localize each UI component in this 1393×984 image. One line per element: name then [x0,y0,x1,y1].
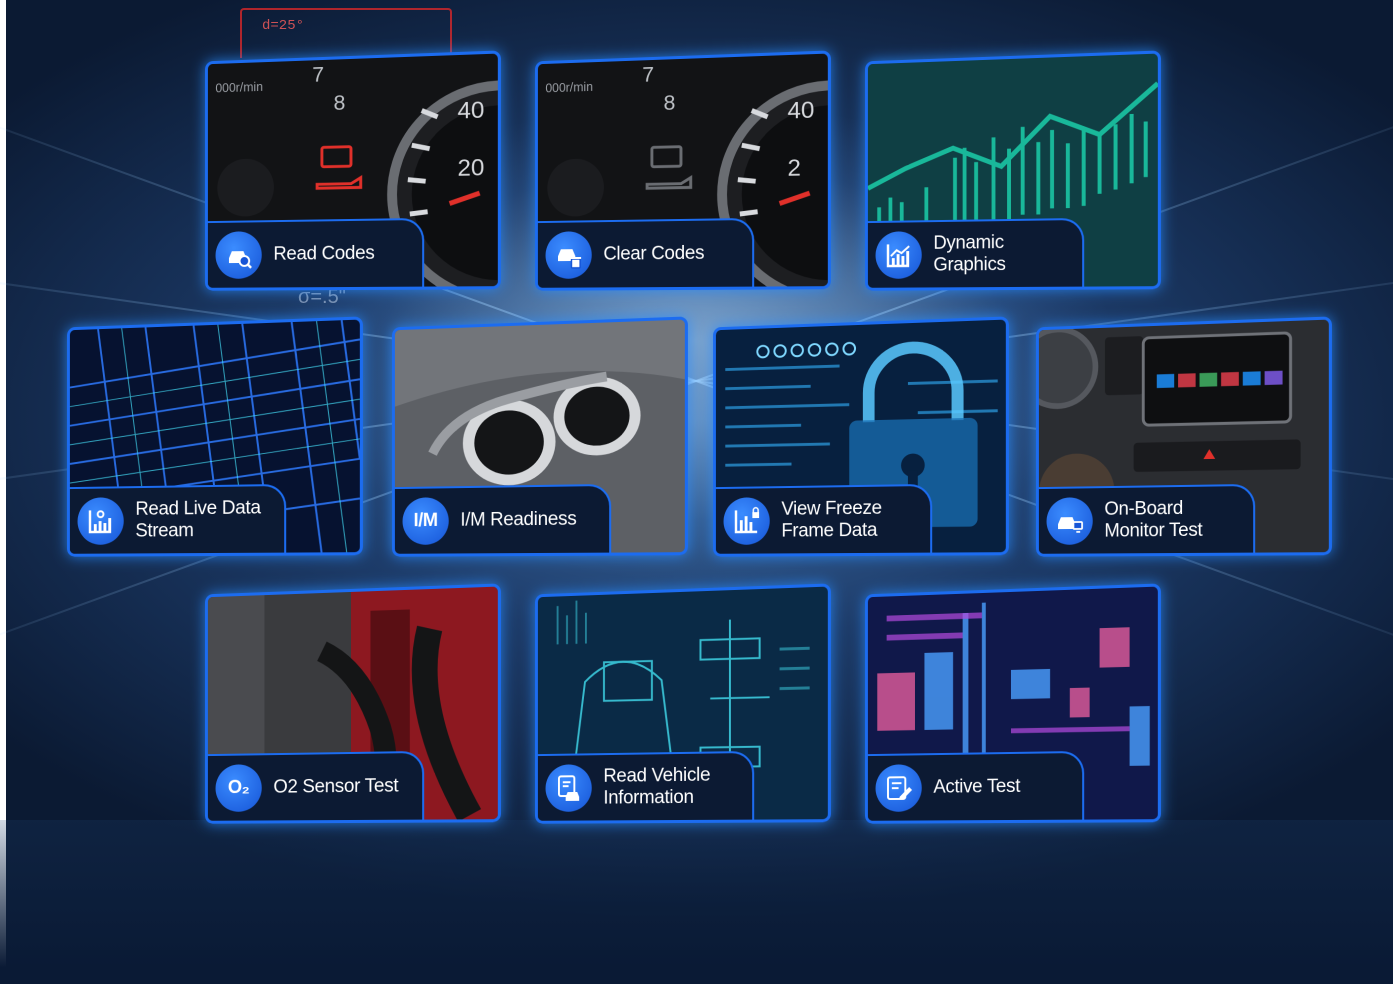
svg-text:8: 8 [334,92,346,116]
svg-text:7: 7 [312,63,324,87]
svg-text:20: 20 [458,154,485,181]
svg-text:2: 2 [788,154,801,181]
car-search-icon [215,231,262,279]
edit-document-icon [875,764,922,812]
read-codes-label: Read Codes [273,242,375,265]
o2-sensor-test-label: O2 Sensor Test [273,775,399,798]
tile-read-vehicle-information[interactable]: Read Vehicle Information [535,583,831,824]
view-freeze-frame-data-label-panel: View Freeze Frame Data [715,483,933,554]
read-vehicle-information-label: Read Vehicle Information [603,764,711,809]
chart-icon [875,231,922,279]
read-live-data-stream-label: Read Live Data Stream [135,497,261,542]
tile-im-readiness[interactable]: I/M I/M Readiness [392,316,688,557]
road-floor [0,820,1393,984]
tile-dynamic-graphics[interactable]: Dynamic Graphics [865,50,1161,291]
o2-sensor-test-label-panel: O₂ O2 Sensor Test [207,750,425,821]
svg-text:40: 40 [788,96,815,123]
clear-codes-label: Clear Codes [603,242,705,265]
vehicle-info-icon [545,764,592,812]
live-data-chart-icon [77,497,124,545]
read-live-data-stream-label-panel: Read Live Data Stream [69,483,287,554]
read-codes-label-panel: Read Codes [207,217,425,288]
tile-read-codes[interactable]: 40 20 7 8 000r/min Read Codes [205,50,501,291]
im-icon-text: I/M [413,510,438,532]
locked-bar-chart-icon [723,497,770,545]
svg-text:8: 8 [664,92,676,116]
tile-on-board-monitor-test[interactable]: On-Board Monitor Test [1036,316,1332,557]
tile-o2-sensor-test[interactable]: O₂ O2 Sensor Test [205,583,501,824]
svg-text:000r/min: 000r/min [545,80,593,96]
car-monitor-icon [1046,497,1093,545]
svg-text:7: 7 [642,63,654,87]
im-readiness-label-panel: I/M I/M Readiness [394,483,612,554]
im-readiness-label: I/M Readiness [460,508,577,531]
active-test-label-panel: Active Test [867,750,1085,821]
active-test-label: Active Test [933,775,1021,798]
dynamic-graphics-label: Dynamic Graphics [933,232,1006,276]
tile-view-freeze-frame-data[interactable]: View Freeze Frame Data [713,316,1009,557]
dynamic-graphics-label-panel: Dynamic Graphics [867,217,1085,288]
on-board-monitor-test-label-panel: On-Board Monitor Test [1038,483,1256,554]
view-freeze-frame-data-label: View Freeze Frame Data [781,497,882,542]
read-vehicle-information-label-panel: Read Vehicle Information [537,750,755,821]
o2-icon: O₂ [215,764,262,812]
svg-text:000r/min: 000r/min [215,80,263,96]
tile-active-test[interactable]: Active Test [865,583,1161,824]
im-icon: I/M [402,497,449,545]
tile-clear-codes[interactable]: 40 2 7 8 000r/min Clear Codes [535,50,831,291]
car-delete-icon [545,231,592,279]
svg-text:40: 40 [458,96,485,123]
hud-text: d=25° [262,18,305,34]
o2-icon-text: O₂ [227,777,250,799]
tile-read-live-data-stream[interactable]: Read Live Data Stream [67,316,363,557]
clear-codes-label-panel: Clear Codes [537,217,755,288]
on-board-monitor-test-label: On-Board Monitor Test [1104,497,1203,542]
